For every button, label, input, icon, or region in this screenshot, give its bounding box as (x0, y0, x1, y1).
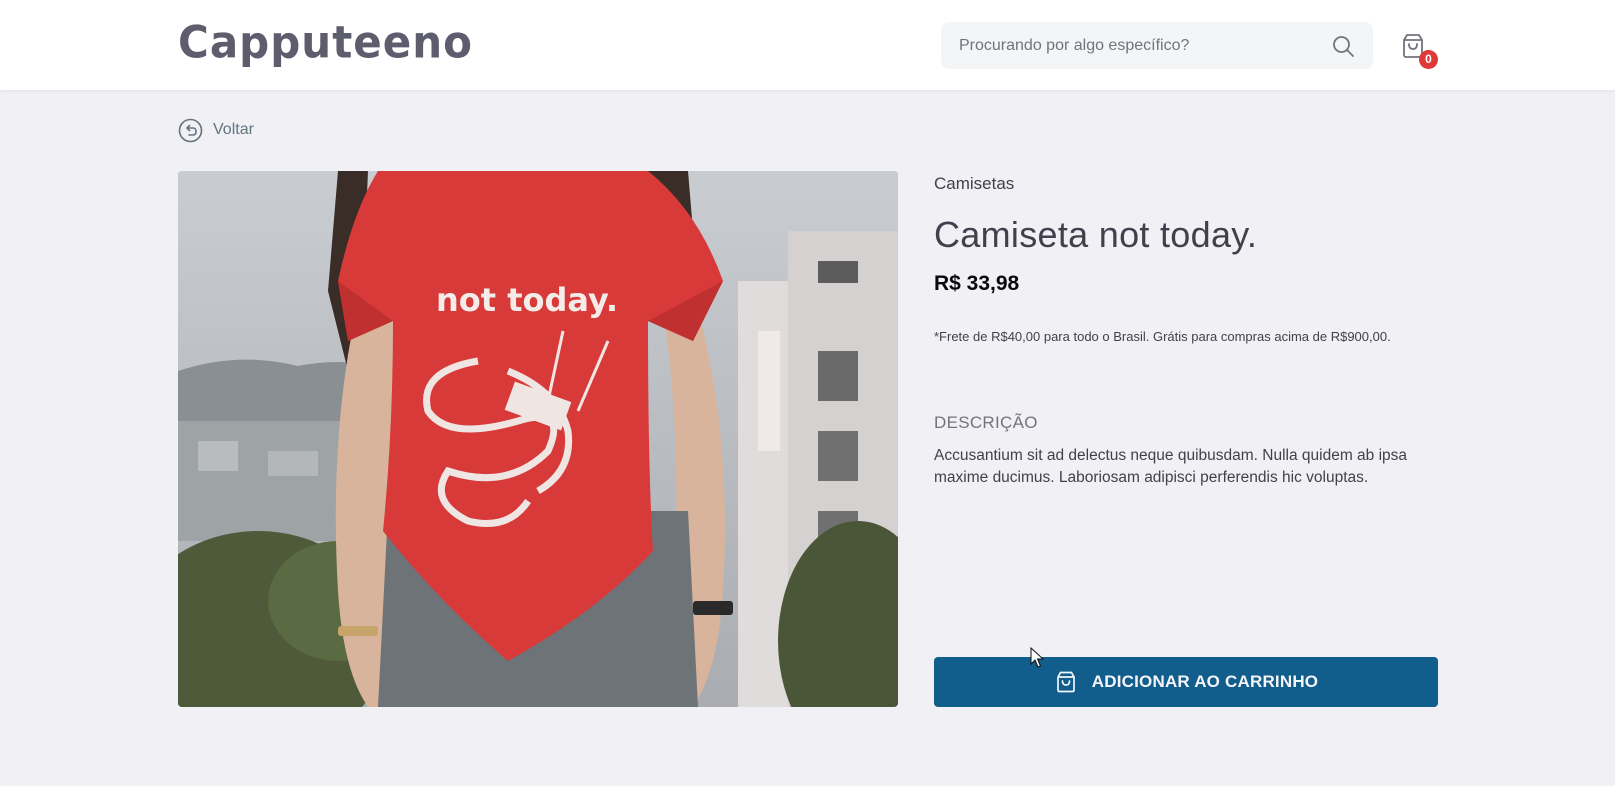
product-image: not today. (178, 171, 898, 707)
back-arrow-icon (178, 118, 203, 142)
product-title: Camiseta not today. (934, 214, 1258, 255)
add-to-cart-label: ADICIONAR AO CARRINHO (1091, 672, 1319, 691)
description-text: Accusantium sit ad delectus neque quibus… (934, 447, 1408, 486)
shopping-bag-icon (1056, 671, 1075, 693)
search-input[interactable] (941, 22, 1373, 69)
description-heading: DESCRIÇÃO (934, 413, 1038, 432)
back-link[interactable]: Voltar (178, 117, 254, 143)
product-price: R$ 33,98 (934, 272, 1020, 295)
add-to-cart-button[interactable]: ADICIONAR AO CARRINHO (934, 657, 1438, 707)
shirt-print-text: not today. (436, 281, 618, 319)
product-photo: not today. (178, 171, 898, 707)
product-category: Camisetas (934, 174, 1015, 193)
search-box[interactable] (941, 22, 1373, 69)
back-label: Voltar (213, 121, 254, 138)
cart-button[interactable]: 0 (1399, 32, 1439, 69)
cart-count-badge: 0 (1419, 50, 1438, 69)
search-icon[interactable] (1331, 34, 1355, 58)
logo[interactable]: Capputeeno (178, 17, 473, 68)
shipping-note: *Frete de R$40,00 para todo o Brasil. Gr… (934, 329, 1391, 344)
top-header: Capputeeno 0 (0, 0, 1615, 90)
